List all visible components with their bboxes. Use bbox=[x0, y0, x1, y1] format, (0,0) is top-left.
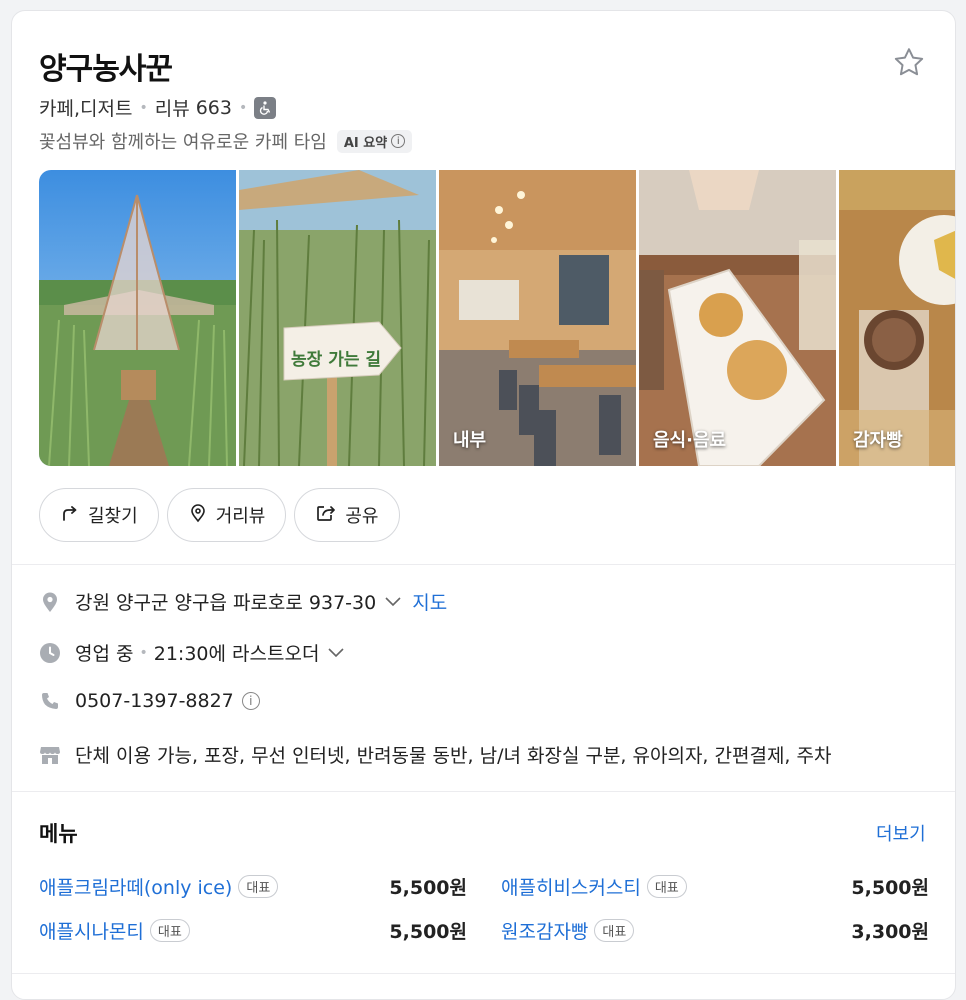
separator-dot: • bbox=[139, 99, 148, 116]
more-link[interactable]: 더보기 bbox=[876, 820, 926, 846]
directions-label: 길찾기 bbox=[88, 506, 138, 527]
address-text[interactable]: 강원 양구군 양구읍 파로호로 937-30 bbox=[75, 588, 376, 615]
amenities-text: 단체 이용 가능, 포장, 무선 인터넷, 반려동물 동반, 남/녀 화장실 구… bbox=[75, 745, 832, 767]
wheelchair-icon bbox=[254, 96, 277, 119]
chevron-down-icon[interactable] bbox=[327, 647, 345, 659]
place-meta: 카페,디저트 • 리뷰 663 • bbox=[39, 94, 277, 121]
phone-icon bbox=[39, 690, 61, 712]
photo-farm-sign[interactable]: 농장 가는 길 bbox=[239, 170, 436, 466]
photo-caption: 음식·음료 bbox=[653, 430, 727, 451]
photo-caption: 내부 bbox=[453, 430, 487, 451]
ai-badge-label: AI 요약 bbox=[343, 135, 388, 151]
menu-item-name[interactable]: 애플크림라떼(only ice) bbox=[39, 873, 232, 900]
directions-icon bbox=[60, 503, 80, 528]
menu-item-name[interactable]: 원조감자빵 bbox=[501, 917, 588, 944]
menu-item: 원조감자빵 대표 bbox=[501, 917, 635, 944]
signature-badge: 대표 bbox=[238, 875, 279, 898]
clock-icon bbox=[39, 642, 61, 664]
info-icon: i bbox=[391, 134, 406, 148]
photo-tent[interactable] bbox=[39, 170, 236, 466]
photo-strip: 농장 가는 길 내부 음식·음료 감자빵 bbox=[39, 170, 955, 466]
share-button[interactable]: 공유 bbox=[294, 488, 400, 542]
separator-dot: • bbox=[139, 644, 148, 661]
divider bbox=[12, 791, 955, 792]
photo-potato-bread[interactable]: 감자빵 bbox=[839, 170, 955, 466]
menu-item: 애플히비스커스티 대표 bbox=[501, 873, 687, 900]
phone-row: 0507-1397-8827 i bbox=[39, 690, 260, 712]
directions-button[interactable]: 길찾기 bbox=[39, 488, 159, 542]
signature-badge: 대표 bbox=[149, 919, 190, 942]
map-link[interactable]: 지도 bbox=[412, 588, 447, 615]
action-buttons: 길찾기 거리뷰 공유 bbox=[39, 488, 400, 542]
sign-text: 농장 가는 길 bbox=[291, 350, 381, 370]
place-card: 양구농사꾼 카페,디저트 • 리뷰 663 • 꽃섬뷰와 함께하는 여유로운 카… bbox=[11, 10, 956, 1000]
menu-item-price: 5,500원 bbox=[389, 921, 467, 943]
share-icon bbox=[315, 503, 337, 528]
menu-item-price: 5,500원 bbox=[389, 877, 467, 899]
menu-item: 애플크림라떼(only ice) 대표 bbox=[39, 873, 279, 900]
amenities-row: 단체 이용 가능, 포장, 무선 인터넷, 반려동물 동반, 남/녀 화장실 구… bbox=[39, 741, 831, 768]
separator-dot: • bbox=[238, 99, 248, 116]
signature-badge: 대표 bbox=[646, 875, 687, 898]
menu-title: 메뉴 bbox=[39, 822, 78, 846]
divider bbox=[12, 973, 955, 974]
category-label: 카페,디저트 bbox=[39, 98, 133, 120]
menu-item-price: 3,300원 bbox=[851, 921, 929, 943]
photo-interior[interactable]: 내부 bbox=[439, 170, 636, 466]
info-icon[interactable]: i bbox=[241, 692, 260, 710]
review-count[interactable]: 663 bbox=[196, 97, 232, 119]
star-icon[interactable] bbox=[891, 45, 927, 81]
ai-summary-badge[interactable]: AI 요약 i bbox=[336, 129, 413, 153]
menu-item-price: 5,500원 bbox=[851, 877, 929, 899]
signature-badge: 대표 bbox=[594, 919, 635, 942]
menu-item: 애플시나몬티 대표 bbox=[39, 917, 190, 944]
place-title: 양구농사꾼 bbox=[39, 52, 173, 87]
open-status: 영업 중 bbox=[75, 643, 134, 665]
review-label[interactable]: 리뷰 bbox=[155, 94, 190, 121]
phone-number[interactable]: 0507-1397-8827 bbox=[75, 690, 234, 712]
ai-summary: 꽃섬뷰와 함께하는 여유로운 카페 타임 AI 요약 i bbox=[39, 128, 413, 154]
street-view-label: 거리뷰 bbox=[215, 506, 266, 527]
photo-food[interactable]: 음식·음료 bbox=[639, 170, 836, 466]
menu-item-name[interactable]: 애플히비스커스티 bbox=[501, 873, 641, 900]
divider bbox=[12, 564, 955, 565]
location-pin-icon bbox=[39, 591, 61, 613]
store-icon bbox=[39, 744, 61, 766]
address-row: 강원 양구군 양구읍 파로호로 937-30 지도 bbox=[39, 588, 447, 615]
street-view-button[interactable]: 거리뷰 bbox=[166, 488, 287, 542]
hours-row: 영업 중 • 21:30에 라스트오더 bbox=[39, 639, 345, 666]
last-order-text[interactable]: 21:30에 라스트오더 bbox=[154, 639, 320, 666]
summary-text: 꽃섬뷰와 함께하는 여유로운 카페 타임 bbox=[39, 132, 327, 153]
menu-item-name[interactable]: 애플시나몬티 bbox=[39, 917, 144, 944]
photo-caption: 감자빵 bbox=[853, 430, 903, 451]
chevron-down-icon[interactable] bbox=[384, 596, 402, 608]
location-pin-icon bbox=[188, 503, 208, 528]
share-label: 공유 bbox=[345, 506, 379, 527]
